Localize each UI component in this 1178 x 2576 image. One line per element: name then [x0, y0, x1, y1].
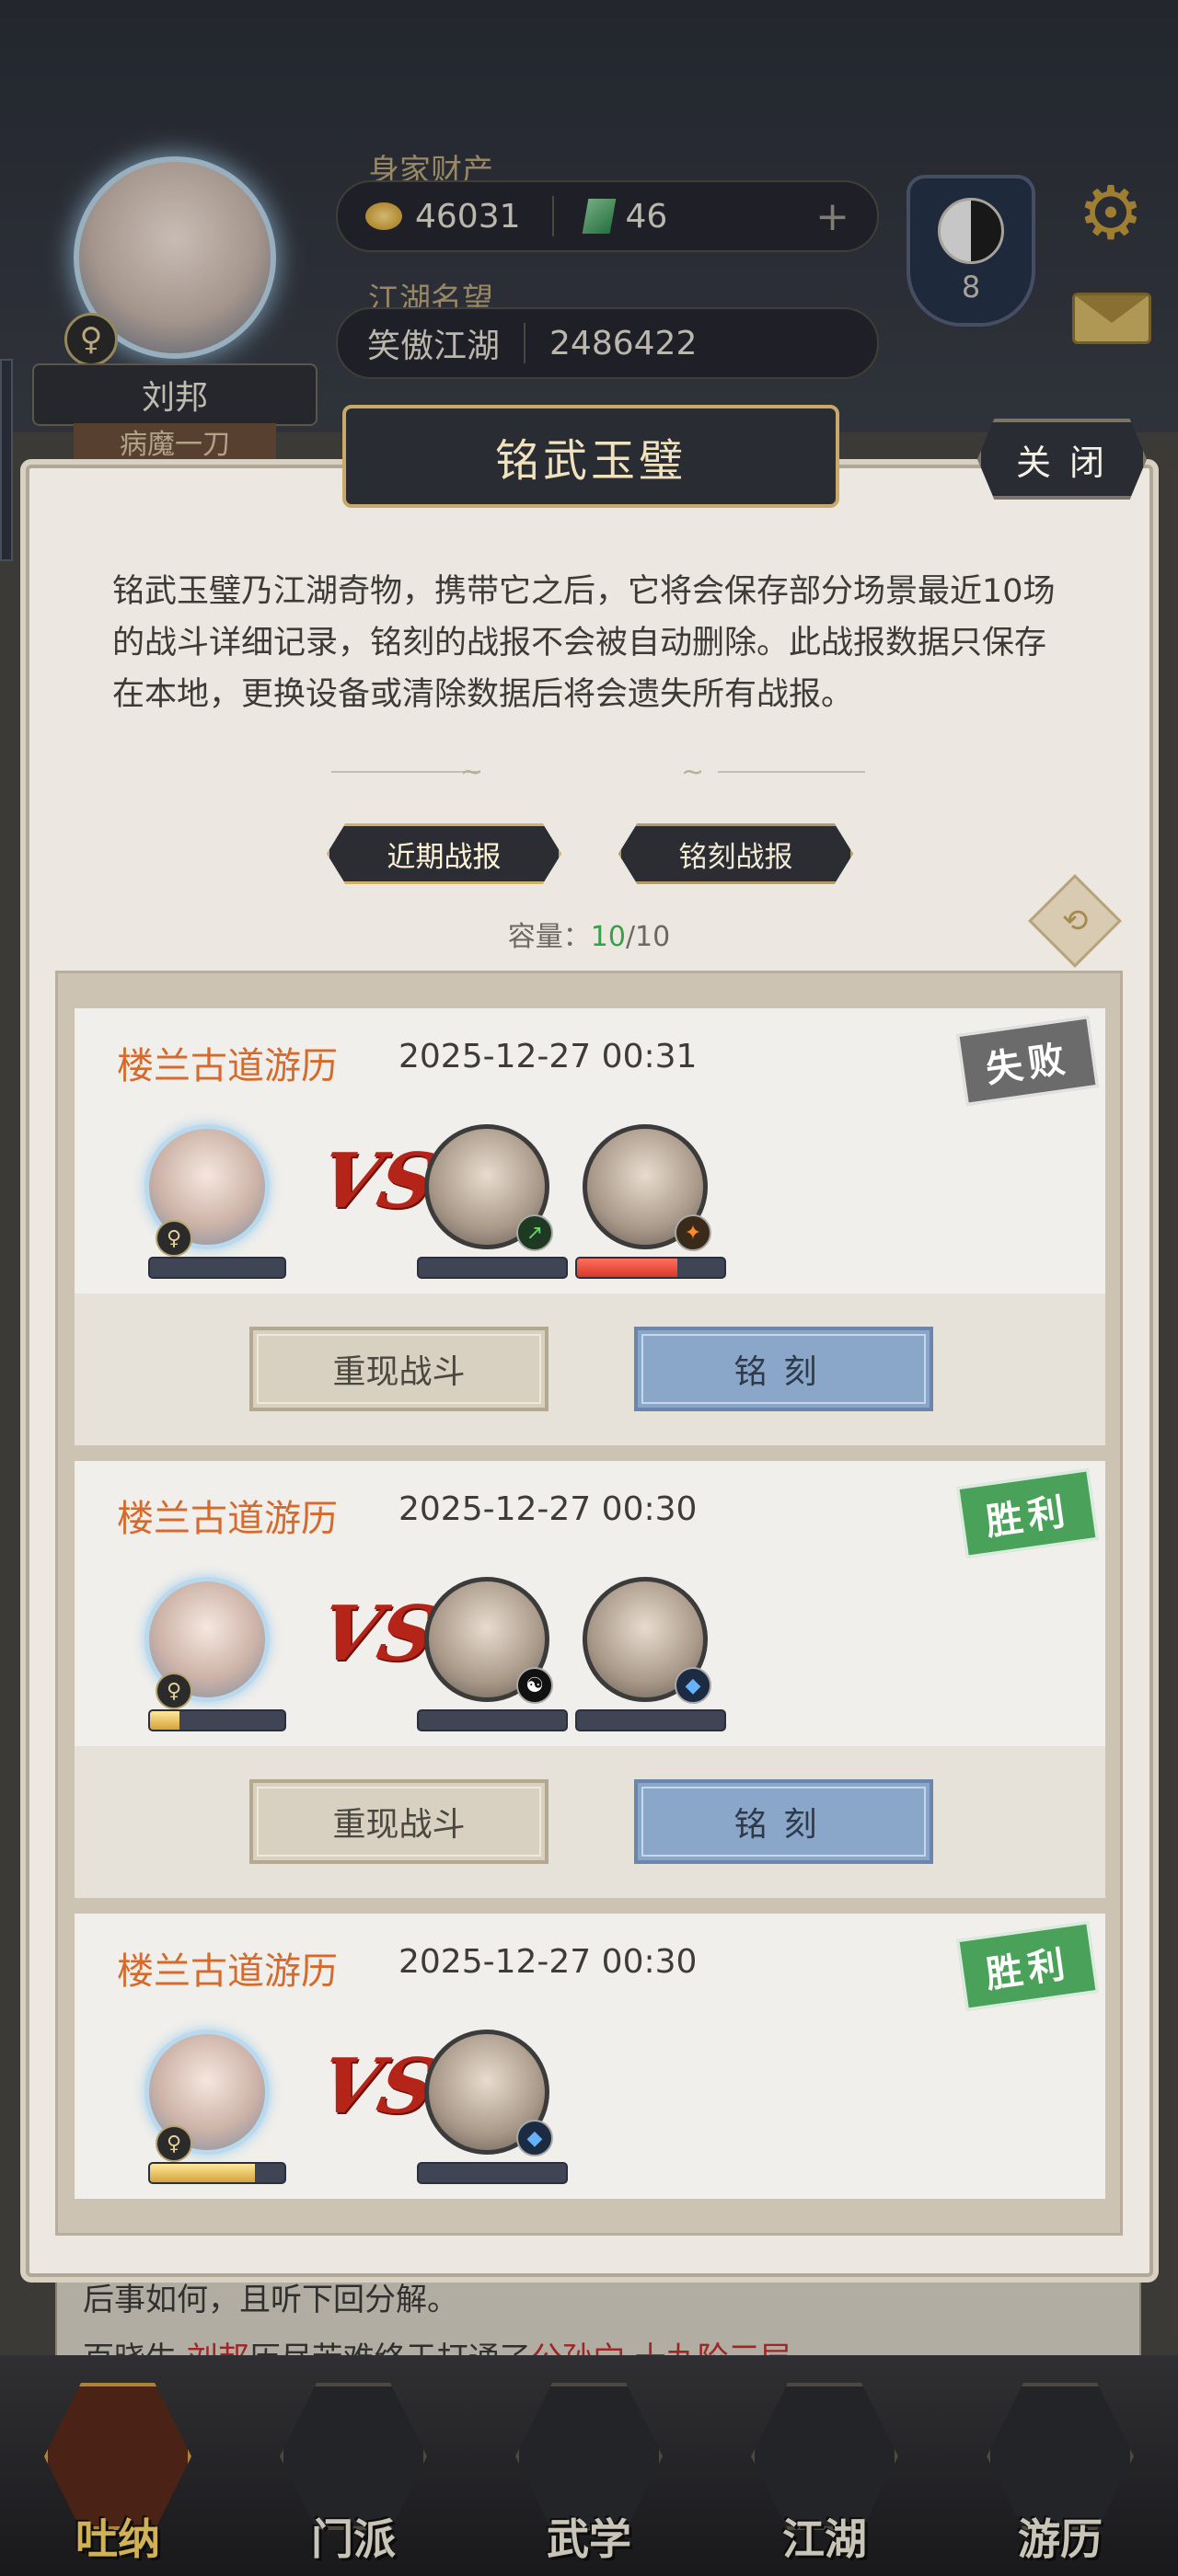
- battle-record: 楼兰古道游历 2025-12-27 00:30 胜利 ♀ VS ◆: [75, 1914, 1105, 2199]
- record-time: 2025-12-27 00:30: [398, 1490, 698, 1528]
- capacity-total: /10: [625, 921, 671, 953]
- blue-element-icon: ◆: [516, 2120, 553, 2156]
- player-hp-bar: [148, 1257, 286, 1279]
- record-actions: 重现战斗 铭刻: [75, 1746, 1105, 1898]
- divider-ornament: [718, 771, 865, 773]
- orange-element-icon: ✦: [675, 1214, 711, 1251]
- taiji-element-icon: ☯: [516, 1667, 553, 1704]
- result-stamp: 失败: [956, 1016, 1099, 1106]
- battle-record-list[interactable]: 楼兰古道游历 2025-12-27 00:31 失败 ♀ VS ↗ ✦ 重现战斗 铭刻 楼兰古道游…: [55, 971, 1123, 2236]
- swirl-ornament-icon: ~: [460, 756, 484, 788]
- capacity-used: 10: [590, 921, 626, 953]
- enemy-hp-bar: [575, 1709, 726, 1731]
- engrave-button[interactable]: 铭刻: [634, 1327, 933, 1411]
- divider-ornament: [331, 771, 479, 773]
- record-time: 2025-12-27 00:31: [398, 1038, 698, 1075]
- player-hp-bar: [148, 2162, 286, 2184]
- capacity-indicator: 容量：10/10: [0, 914, 1178, 954]
- player-hp-bar: [148, 1709, 286, 1731]
- record-time: 2025-12-27 00:30: [398, 1943, 698, 1981]
- record-summary: 楼兰古道游历 2025-12-27 00:30 胜利 ♀ VS ◆: [75, 1914, 1105, 2199]
- swirl-ornament-icon: ~: [681, 756, 705, 788]
- modal-title: 铭武玉璧: [342, 405, 839, 508]
- enemy-hp-bar: [575, 1257, 726, 1279]
- replay-battle-button[interactable]: 重现战斗: [249, 1327, 549, 1411]
- result-stamp: 胜利: [956, 1921, 1099, 2011]
- hp-fill: [577, 1259, 677, 1277]
- hp-fill: [150, 2164, 255, 2182]
- record-actions: 重现战斗 铭刻: [75, 1294, 1105, 1445]
- record-summary: 楼兰古道游历 2025-12-27 00:30 胜利 ♀ VS ☯ ◆: [75, 1461, 1105, 1746]
- blue-element-icon: ◆: [675, 1667, 711, 1704]
- tab-recent-reports[interactable]: 近期战报: [327, 823, 561, 884]
- result-stamp: 胜利: [956, 1468, 1099, 1558]
- enemy-hp-bar: [417, 1257, 568, 1279]
- green-element-icon: ↗: [516, 1214, 553, 1251]
- record-location: 楼兰古道游历: [117, 1498, 338, 1540]
- battle-record: 楼兰古道游历 2025-12-27 00:30 胜利 ♀ VS ☯ ◆ 重现战斗 铭刻: [75, 1461, 1105, 1898]
- record-location: 楼兰古道游历: [117, 1950, 338, 1993]
- tab-engraved-reports[interactable]: 铭刻战报: [618, 823, 853, 884]
- enemy-hp-bar: [417, 2162, 568, 2184]
- capacity-label: 容量：: [507, 921, 591, 953]
- enemy-hp-bar: [417, 1709, 568, 1731]
- close-button[interactable]: 关 闭: [977, 419, 1147, 500]
- hp-fill: [150, 1711, 180, 1730]
- gender-icon: ♀: [156, 2125, 192, 2162]
- record-location: 楼兰古道游历: [117, 1045, 338, 1087]
- gender-icon: ♀: [156, 1673, 192, 1709]
- gender-icon: ♀: [156, 1220, 192, 1257]
- replay-battle-button[interactable]: 重现战斗: [249, 1779, 549, 1864]
- modal-description: 铭武玉璧乃江湖奇物，携带它之后，它将会保存部分场景最近10场的战斗详细记录，铭刻…: [112, 573, 1056, 713]
- battle-record: 楼兰古道游历 2025-12-27 00:31 失败 ♀ VS ↗ ✦ 重现战斗 铭刻: [75, 1008, 1105, 1445]
- engrave-button[interactable]: 铭刻: [634, 1779, 933, 1864]
- record-summary: 楼兰古道游历 2025-12-27 00:31 失败 ♀ VS ↗ ✦: [75, 1008, 1105, 1294]
